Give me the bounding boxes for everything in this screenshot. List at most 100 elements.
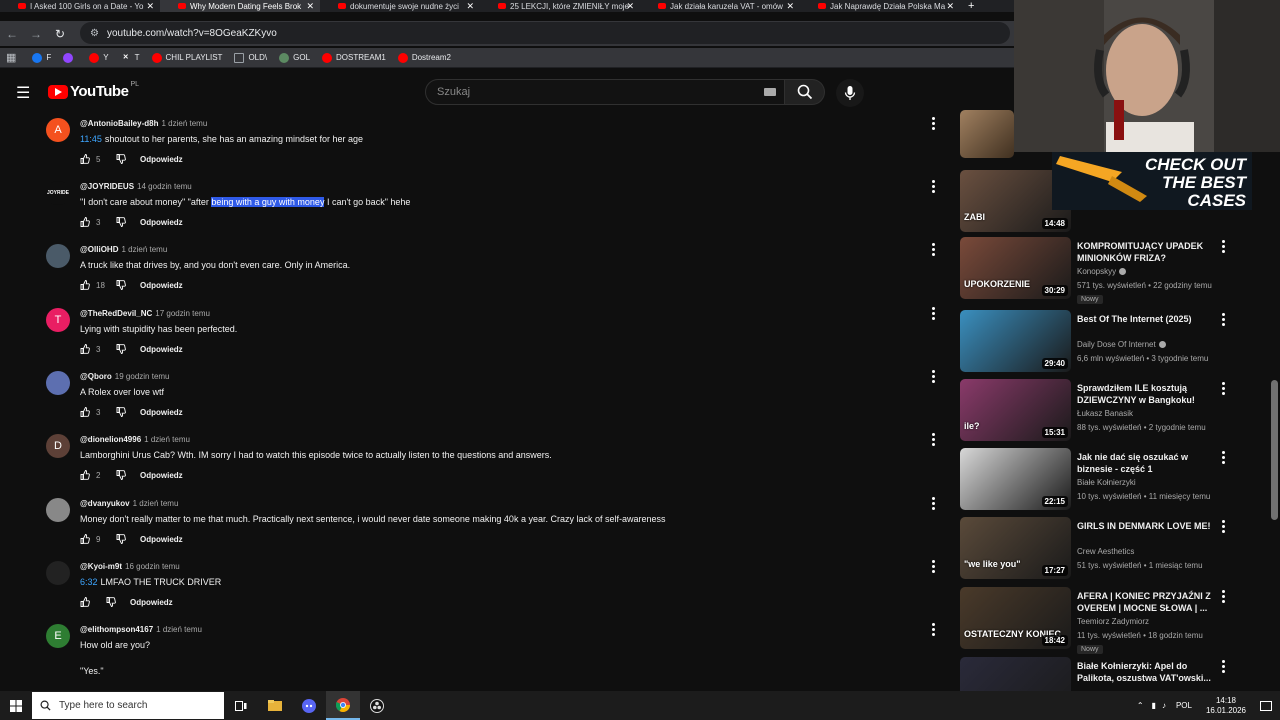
comment-time[interactable]: 16 godzin temu	[125, 562, 180, 571]
more-options-icon[interactable]	[1222, 660, 1226, 675]
search-input[interactable]	[437, 86, 737, 98]
channel-name[interactable]: Łukasz Banasik	[1077, 409, 1133, 418]
bookmark-item[interactable]: GOL	[279, 52, 310, 63]
browser-tab[interactable]: I Asked 100 Girls on a Date - Yo ✕	[0, 0, 160, 12]
comment-time[interactable]: 14 godzin temu	[137, 182, 192, 191]
video-thumbnail[interactable]	[960, 110, 1014, 158]
comment-time[interactable]: 1 dzień temu	[133, 499, 179, 508]
comment-timestamp-link[interactable]: 11:45	[80, 134, 102, 144]
clock[interactable]: 14:18 16.01.2026	[1206, 696, 1246, 716]
comment-time[interactable]: 1 dzień temu	[156, 625, 202, 634]
recommended-video[interactable]: "we like you" 17:27 GIRLS IN DENMARK LOVE …	[960, 517, 1260, 581]
page-scrollbar[interactable]	[1271, 380, 1278, 520]
comment-timestamp-link[interactable]: 6:32	[80, 577, 98, 587]
dislike-button[interactable]	[116, 470, 126, 480]
video-title[interactable]: Best Of The Internet (2025)	[1077, 313, 1217, 325]
like-button[interactable]	[80, 597, 90, 607]
browser-tab[interactable]: Jak działa karuzela VAT - omów ✕	[640, 0, 800, 12]
bookmark-item[interactable]	[63, 52, 77, 63]
dislike-button[interactable]	[116, 407, 126, 417]
site-info-icon[interactable]: ⚙	[90, 28, 99, 39]
comment-author[interactable]: @AntonioBailey-d8h	[80, 119, 158, 128]
video-title[interactable]: Sprawdziłem ILE kosztują DZIEWCZYNY w Ba…	[1077, 382, 1217, 406]
video-thumbnail[interactable]: OSTATECZNY KONIEC 18:42	[960, 587, 1071, 649]
dislike-button[interactable]	[116, 280, 126, 290]
tray-expand-icon[interactable]: ⌃	[1137, 701, 1144, 710]
reply-button[interactable]: Odpowiedz	[140, 535, 183, 544]
comment-author[interactable]: @elithompson4167	[80, 625, 153, 634]
like-button[interactable]	[80, 280, 90, 290]
reply-button[interactable]: Odpowiedz	[140, 408, 183, 417]
channel-name[interactable]: Crew Aesthetics	[1077, 547, 1134, 556]
recommended-video[interactable]: ile? 15:31 Sprawdziłem ILE kosztują DZIEWC…	[960, 379, 1260, 443]
video-thumbnail[interactable]: TAJEMNICE POLSKIEJ	[960, 657, 1071, 692]
comment-time[interactable]: 1 dzień temu	[144, 435, 190, 444]
apps-grid-icon[interactable]: ▦	[6, 51, 16, 64]
comment-time[interactable]: 17 godzin temu	[155, 309, 210, 318]
channel-name[interactable]: Daily Dose Of Internet	[1077, 340, 1166, 349]
reply-button[interactable]: Odpowiedz	[130, 598, 173, 607]
chrome-icon[interactable]	[326, 691, 360, 720]
more-options-icon[interactable]	[932, 623, 936, 638]
avatar[interactable]: A	[46, 118, 70, 142]
video-title[interactable]: Białe Kołnierzyki: Apel do Palikota, osz…	[1077, 660, 1217, 684]
comment-author[interactable]: @Kyoi-m9t	[80, 562, 122, 571]
recommended-video[interactable]: UPOKORZENIE 30:29 KOMPROMITUJĄCY UPADEK MI…	[960, 237, 1260, 304]
like-button[interactable]	[80, 344, 90, 354]
like-button[interactable]	[80, 154, 90, 164]
more-options-icon[interactable]	[932, 433, 936, 448]
taskbar-search-input[interactable]	[59, 700, 209, 711]
bookmark-item[interactable]: F	[32, 52, 51, 63]
youtube-logo[interactable]: YouTube PL	[48, 81, 139, 100]
obs-icon[interactable]	[360, 691, 394, 720]
bookmark-item[interactable]: DOSTREAM1	[322, 52, 386, 63]
comment-time[interactable]: 1 dzień temu	[121, 245, 167, 254]
comment-author[interactable]: @JOYRIDEUS	[80, 182, 134, 191]
like-button[interactable]	[80, 407, 90, 417]
recommended-video[interactable]: OSTATECZNY KONIEC 18:42 AFERA | KONIEC PRZ…	[960, 587, 1260, 654]
close-tab-icon[interactable]: ✕	[146, 0, 154, 12]
volume-icon[interactable]: ♪	[1162, 701, 1166, 710]
back-icon[interactable]: ←	[0, 27, 24, 41]
avatar[interactable]	[46, 371, 70, 395]
channel-name[interactable]: Białe Kołnierzyki	[1077, 478, 1136, 487]
avatar[interactable]: T	[46, 308, 70, 332]
dislike-button[interactable]	[116, 344, 126, 354]
channel-name[interactable]: Teemiorz Zadymiorz	[1077, 617, 1149, 626]
avatar[interactable]: E	[46, 624, 70, 648]
close-tab-icon[interactable]: ✕	[306, 0, 314, 12]
voice-search-button[interactable]	[836, 79, 864, 107]
avatar[interactable]	[46, 498, 70, 522]
more-options-icon[interactable]	[932, 497, 936, 512]
comment-author[interactable]: @TheRedDevil_NC	[80, 309, 152, 318]
close-tab-icon[interactable]: ✕	[786, 0, 794, 12]
more-options-icon[interactable]	[1222, 382, 1226, 397]
video-thumbnail[interactable]: UPOKORZENIE 30:29	[960, 237, 1071, 299]
avatar[interactable]	[46, 244, 70, 268]
address-bar[interactable]: ⚙ youtube.com/watch?v=8OGeaKZKyvo	[80, 22, 1010, 44]
video-title[interactable]: KOMPROMITUJĄCY UPADEK MINIONKÓW FRIZA? (…	[1077, 240, 1217, 264]
browser-tab[interactable]: Jak Naprawdę Działa Polska Ma ✕	[800, 0, 960, 12]
comment-author[interactable]: @OlliOHD	[80, 245, 118, 254]
video-title[interactable]: GIRLS IN DENMARK LOVE ME!	[1077, 520, 1217, 532]
reply-button[interactable]: Odpowiedz	[140, 345, 183, 354]
reply-button[interactable]: Odpowiedz	[140, 218, 183, 227]
more-options-icon[interactable]	[932, 370, 936, 385]
video-thumbnail[interactable]: "we like you" 17:27	[960, 517, 1071, 579]
like-button[interactable]	[80, 217, 90, 227]
comment-author[interactable]: @Qboro	[80, 372, 112, 381]
more-options-icon[interactable]	[1222, 240, 1226, 255]
dislike-button[interactable]	[116, 534, 126, 544]
more-options-icon[interactable]	[1222, 313, 1226, 328]
bookmark-item[interactable]: ✕ T	[121, 53, 140, 63]
notification-icon[interactable]	[1260, 700, 1272, 711]
reply-button[interactable]: Odpowiedz	[140, 471, 183, 480]
discord-icon[interactable]	[292, 691, 326, 720]
comment-time[interactable]: 1 dzień temu	[161, 119, 207, 128]
more-options-icon[interactable]	[932, 243, 936, 258]
more-options-icon[interactable]	[1222, 451, 1226, 466]
file-explorer-icon[interactable]	[258, 691, 292, 720]
browser-tab[interactable]: Why Modern Dating Feels Brok ✕	[160, 0, 320, 12]
more-options-icon[interactable]	[932, 180, 936, 195]
start-button[interactable]	[0, 691, 32, 720]
